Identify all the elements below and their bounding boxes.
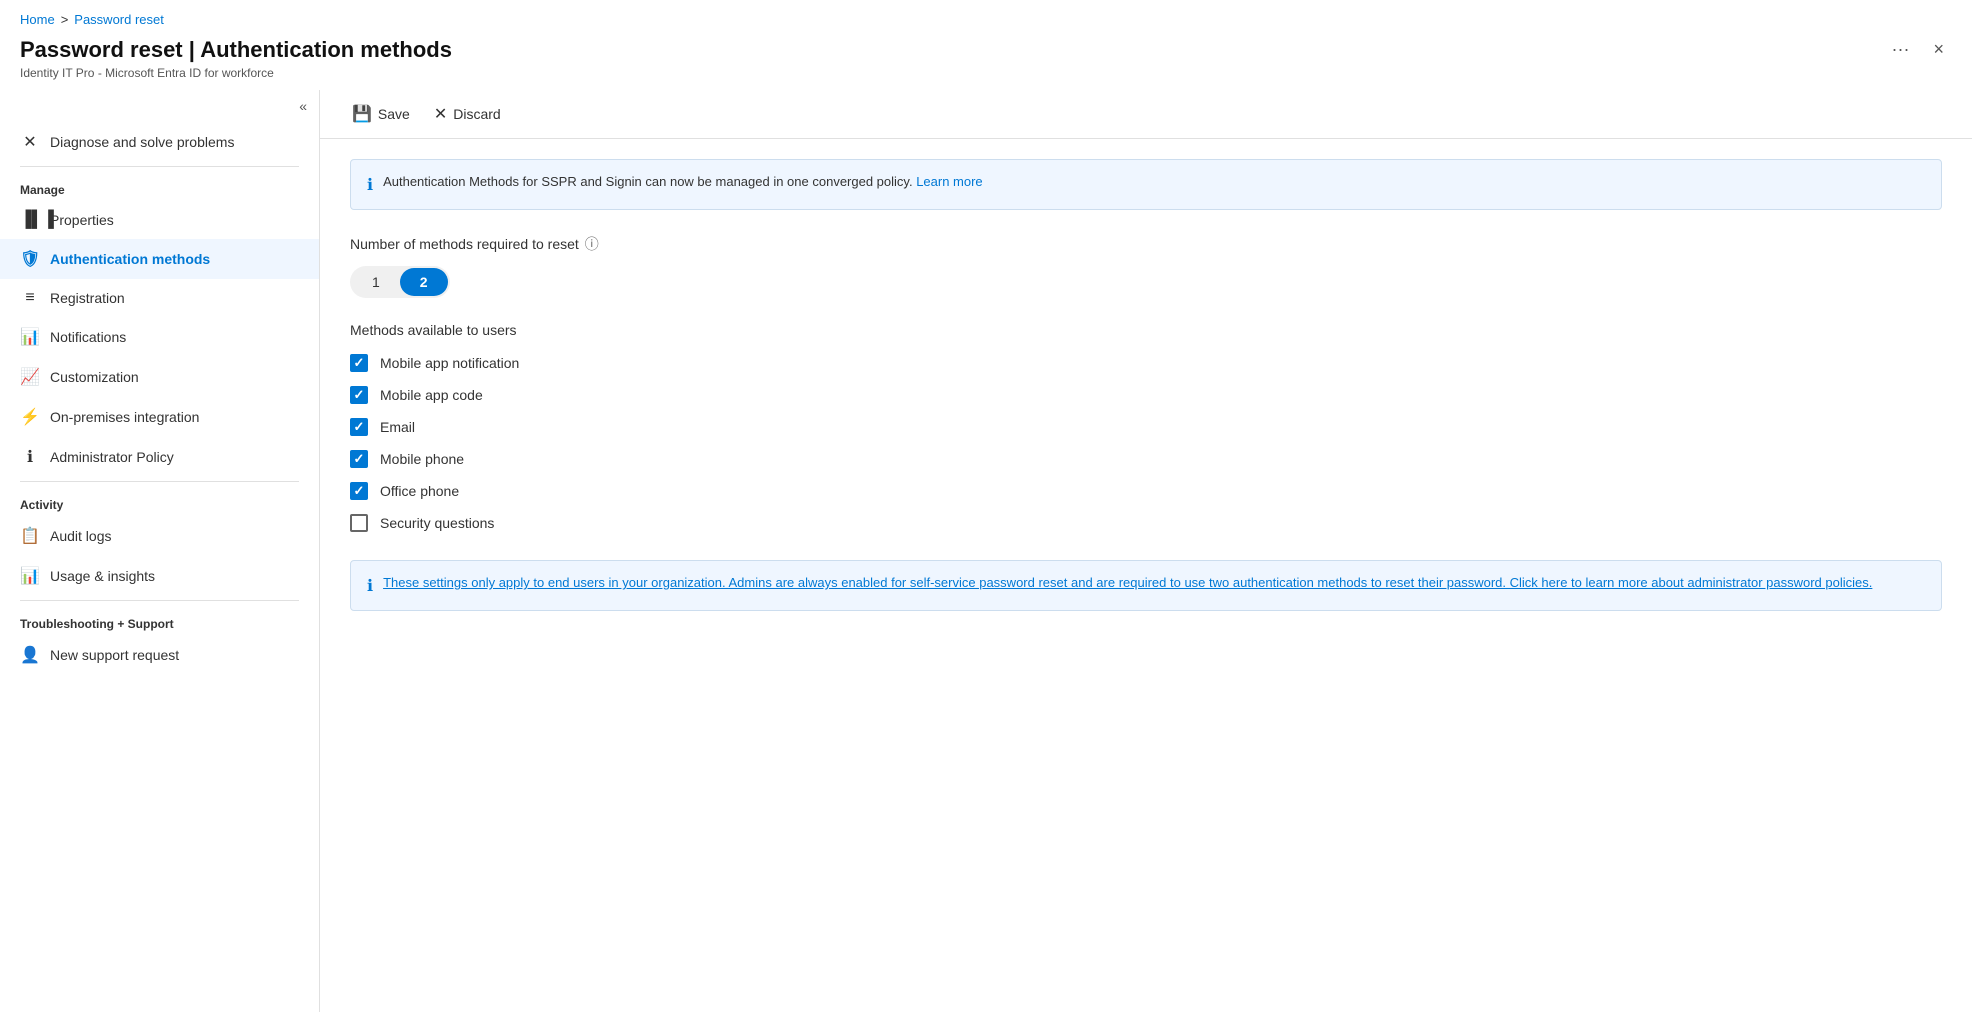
- check-mark-mobile-app-code: ✓: [354, 387, 365, 403]
- discard-label: Discard: [453, 106, 500, 122]
- diagnose-label: Diagnose and solve problems: [50, 134, 234, 150]
- method-item-mobile-app-code[interactable]: ✓ Mobile app code: [350, 386, 1942, 404]
- save-button[interactable]: 💾 Save: [340, 98, 422, 130]
- method-label-email: Email: [380, 419, 415, 435]
- checkbox-mobile-app-code[interactable]: ✓: [350, 386, 368, 404]
- sidebar-label-audit-logs: Audit logs: [50, 528, 111, 544]
- checkbox-email[interactable]: ✓: [350, 418, 368, 436]
- sidebar-item-registration[interactable]: ≡ Registration: [0, 279, 319, 317]
- sidebar: « ✕ Diagnose and solve problems Manage ▐…: [0, 90, 320, 1012]
- more-button[interactable]: ···: [1884, 35, 1918, 64]
- sidebar-item-on-premises[interactable]: ⚡ On-premises integration: [0, 397, 319, 437]
- page-title: Password reset | Authentication methods: [20, 37, 452, 63]
- info-banner: ℹ Authentication Methods for SSPR and Si…: [350, 159, 1942, 210]
- sidebar-item-admin-policy[interactable]: ℹ Administrator Policy: [0, 437, 319, 477]
- sidebar-divider-manage: [20, 166, 299, 167]
- check-mark-office-phone: ✓: [354, 483, 365, 499]
- sidebar-item-customization[interactable]: 📈 Customization: [0, 357, 319, 397]
- method-label-security-questions: Security questions: [380, 515, 494, 531]
- sidebar-divider-activity: [20, 481, 299, 482]
- method-item-email[interactable]: ✓ Email: [350, 418, 1942, 436]
- help-icon: ⓘ: [585, 234, 599, 254]
- support-icon: 👤: [20, 645, 40, 665]
- sidebar-manage-header: Manage: [0, 171, 319, 201]
- method-list: ✓ Mobile app notification ✓ Mobile app c…: [350, 354, 1942, 532]
- breadcrumb-home[interactable]: Home: [20, 12, 55, 27]
- page-subtitle: Identity IT Pro - Microsoft Entra ID for…: [0, 66, 1972, 90]
- toggle-option-2[interactable]: 2: [400, 268, 448, 296]
- discard-button[interactable]: ✕ Discard: [422, 98, 513, 130]
- toolbar: 💾 Save ✕ Discard: [320, 90, 1972, 139]
- method-label-mobile-app-notif: Mobile app notification: [380, 355, 519, 371]
- method-label-mobile-app-code: Mobile app code: [380, 387, 483, 403]
- customization-icon: 📈: [20, 367, 40, 387]
- sidebar-collapse-button[interactable]: «: [299, 98, 307, 114]
- checkbox-office-phone[interactable]: ✓: [350, 482, 368, 500]
- sidebar-activity-header: Activity: [0, 486, 319, 516]
- method-item-security-questions[interactable]: ✓ Security questions: [350, 514, 1942, 532]
- sidebar-item-usage-insights[interactable]: 📊 Usage & insights: [0, 556, 319, 596]
- methods-section-label: Methods available to users: [350, 322, 1942, 338]
- method-item-mobile-app-notif[interactable]: ✓ Mobile app notification: [350, 354, 1942, 372]
- checkbox-mobile-phone[interactable]: ✓: [350, 450, 368, 468]
- check-mark-email: ✓: [354, 419, 365, 435]
- num-methods-label: Number of methods required to reset: [350, 236, 579, 252]
- wrench-icon: ✕: [20, 132, 40, 152]
- sidebar-troubleshooting-header: Troubleshooting + Support: [0, 605, 319, 635]
- sidebar-label-customization: Customization: [50, 369, 139, 385]
- sidebar-label-registration: Registration: [50, 290, 125, 306]
- sidebar-label-usage-insights: Usage & insights: [50, 568, 155, 584]
- sidebar-item-authentication-methods[interactable]: 🛡 Authentication methods: [0, 239, 319, 279]
- sidebar-label-on-premises: On-premises integration: [50, 409, 199, 425]
- breadcrumb: Home > Password reset: [0, 0, 1972, 31]
- notifications-icon: 📊: [20, 327, 40, 347]
- on-premises-icon: ⚡: [20, 407, 40, 427]
- main-layout: « ✕ Diagnose and solve problems Manage ▐…: [0, 90, 1972, 1012]
- registration-icon: ≡: [20, 289, 40, 307]
- breadcrumb-current[interactable]: Password reset: [74, 12, 164, 27]
- sidebar-label-notifications: Notifications: [50, 329, 126, 345]
- save-label: Save: [378, 106, 410, 122]
- check-mark-mobile-phone: ✓: [354, 451, 365, 467]
- sidebar-item-diagnose[interactable]: ✕ Diagnose and solve problems: [0, 122, 319, 162]
- admin-policy-icon: ℹ: [20, 447, 40, 467]
- check-mark-mobile-app-notif: ✓: [354, 355, 365, 371]
- bottom-banner-link[interactable]: These settings only apply to end users i…: [383, 575, 1872, 590]
- sidebar-label-auth-methods: Authentication methods: [50, 251, 210, 267]
- properties-icon: ▐▌▐: [20, 211, 40, 229]
- bottom-banner: ℹ These settings only apply to end users…: [350, 560, 1942, 611]
- sidebar-item-notifications[interactable]: 📊 Notifications: [0, 317, 319, 357]
- save-icon: 💾: [352, 104, 372, 124]
- info-icon: ℹ: [367, 175, 373, 195]
- content-area: ℹ Authentication Methods for SSPR and Si…: [320, 139, 1972, 1012]
- method-label-mobile-phone: Mobile phone: [380, 451, 464, 467]
- methods-toggle[interactable]: 1 2: [350, 266, 450, 298]
- checkbox-security-questions[interactable]: ✓: [350, 514, 368, 532]
- discard-icon: ✕: [434, 104, 447, 124]
- breadcrumb-separator: >: [61, 12, 69, 27]
- shield-icon: 🛡: [20, 249, 40, 269]
- learn-more-link[interactable]: Learn more: [916, 174, 982, 189]
- method-item-mobile-phone[interactable]: ✓ Mobile phone: [350, 450, 1942, 468]
- sidebar-collapse-area: «: [0, 90, 319, 122]
- info-banner-text: Authentication Methods for SSPR and Sign…: [383, 174, 983, 189]
- sidebar-label-admin-policy: Administrator Policy: [50, 449, 174, 465]
- page-header: Password reset | Authentication methods …: [0, 31, 1972, 66]
- header-actions: ··· ×: [1884, 35, 1953, 64]
- usage-insights-icon: 📊: [20, 566, 40, 586]
- num-methods-section: Number of methods required to reset ⓘ: [350, 234, 1942, 254]
- checkbox-mobile-app-notif[interactable]: ✓: [350, 354, 368, 372]
- sidebar-item-properties[interactable]: ▐▌▐ Properties: [0, 201, 319, 239]
- audit-logs-icon: 📋: [20, 526, 40, 546]
- sidebar-label-properties: Properties: [50, 212, 114, 228]
- sidebar-label-new-support: New support request: [50, 647, 179, 663]
- sidebar-item-new-support[interactable]: 👤 New support request: [0, 635, 319, 675]
- method-label-office-phone: Office phone: [380, 483, 459, 499]
- close-button[interactable]: ×: [1925, 35, 1952, 64]
- sidebar-item-audit-logs[interactable]: 📋 Audit logs: [0, 516, 319, 556]
- bottom-info-icon: ℹ: [367, 576, 373, 596]
- toggle-option-1[interactable]: 1: [352, 268, 400, 296]
- method-item-office-phone[interactable]: ✓ Office phone: [350, 482, 1942, 500]
- sidebar-divider-troubleshooting: [20, 600, 299, 601]
